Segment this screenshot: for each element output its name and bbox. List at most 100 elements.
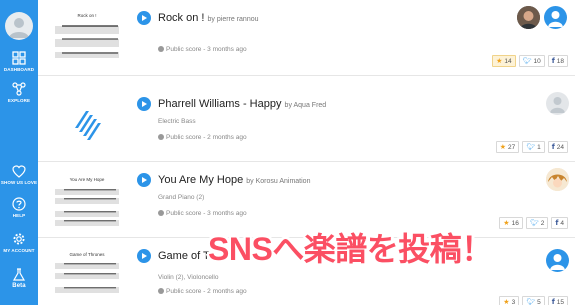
twitter-share-button[interactable]: 🐦︎ 5 [522, 296, 545, 305]
twitter-count: 1 [537, 143, 541, 151]
sheet-music-thumbnail: You Are My Hope [55, 177, 119, 226]
score-title-line: You Are My Hope by Korosu Animation [158, 173, 310, 189]
star-count: 27 [507, 143, 516, 151]
person-photo-icon [517, 6, 540, 29]
score-thumbnail[interactable]: You Are My Hope [52, 172, 122, 230]
twitter-share-button[interactable]: 🐦︎ 2 [525, 217, 549, 229]
collaborator-avatars [546, 92, 569, 116]
score-author[interactable]: by Aqua Fred [285, 102, 327, 109]
sidebar-item-help[interactable]: HELP [0, 197, 38, 219]
sidebar-label-beta: Beta [12, 283, 26, 289]
collaborator-avatar[interactable] [544, 6, 567, 29]
play-button[interactable] [137, 97, 151, 111]
star-count: 14 [504, 57, 512, 65]
play-button[interactable] [137, 11, 151, 25]
twitter-count: 5 [537, 298, 541, 305]
score-counters: ★ 16 🐦︎ 2 f4 [499, 217, 568, 229]
score-title-line: Rock on ! by pierre rannou [158, 11, 259, 27]
score-title[interactable]: Rock on ! [158, 12, 204, 24]
heart-icon [12, 165, 26, 178]
default-avatar-icon [550, 254, 565, 270]
dashboard-icon [12, 51, 26, 65]
sidebar-label-account: MY ACCOUNT [3, 248, 35, 253]
anime-avatar-icon [546, 168, 569, 191]
score-item[interactable]: Rock on ! Rock on ! by pierre rannou Pub… [38, 0, 575, 76]
collaborator-avatars [546, 168, 569, 192]
collaborator-avatars [546, 249, 569, 273]
twitter-share-button[interactable]: 🐦︎ 10 [518, 55, 545, 67]
facebook-count: 15 [556, 298, 564, 305]
score-meta-text: Public score - 3 months ago [166, 46, 247, 53]
score-meta: Public score - 3 months ago [158, 46, 247, 53]
twitter-icon: 🐦︎ [529, 220, 539, 227]
facebook-share-button[interactable]: f 18 [547, 55, 568, 67]
score-author[interactable]: by Korosu Animation [246, 178, 310, 185]
star-icon: ★ [503, 220, 510, 227]
globe-icon [158, 288, 164, 294]
play-button[interactable] [137, 173, 151, 187]
facebook-icon: f [551, 57, 555, 65]
collaborator-avatar[interactable] [517, 6, 540, 29]
facebook-share-button[interactable]: f 24 [547, 141, 568, 153]
default-avatar-icon [548, 11, 563, 27]
globe-icon [158, 46, 164, 52]
score-counters: ★ 27 🐦︎ 1 f 24 [495, 141, 568, 153]
gear-icon [13, 233, 25, 245]
score-instruments: Electric Bass [158, 118, 196, 125]
score-thumbnail[interactable] [52, 96, 122, 154]
user-avatar[interactable] [5, 12, 33, 40]
twitter-count: 10 [533, 57, 541, 65]
score-meta-text: Public score - 3 months ago [166, 210, 247, 217]
score-meta: Public score - 2 months ago [158, 288, 247, 295]
collaborator-avatars [517, 6, 569, 30]
facebook-icon: f [555, 219, 559, 227]
score-instruments: Violin (2), Violoncello [158, 274, 219, 281]
default-avatar-icon [550, 97, 565, 113]
score-counters: ★ 14 🐦︎ 10 f 18 [492, 55, 568, 67]
score-item[interactable]: Pharrell Williams - Happy by Aqua Fred E… [38, 86, 575, 162]
score-item[interactable]: You Are My Hope You Are My Hope by Koros… [38, 162, 575, 238]
facebook-share-button[interactable]: f 15 [547, 296, 568, 305]
score-meta-text: Public score - 2 months ago [166, 288, 247, 295]
twitter-icon: 🐦︎ [526, 299, 536, 305]
thumbnail-title: You Are My Hope [70, 177, 105, 182]
star-count-button[interactable]: ★ 27 [495, 141, 520, 153]
star-icon: ★ [503, 299, 510, 305]
score-thumbnail[interactable]: Rock on ! [52, 10, 122, 68]
score-title[interactable]: Pharrell Williams - Happy [158, 98, 281, 110]
facebook-icon: f [551, 143, 555, 151]
score-meta: Public score - 2 months ago [158, 134, 247, 141]
star-count-button[interactable]: ★ 14 [492, 55, 516, 67]
thumbnail-title: Rock on ! [77, 13, 96, 18]
score-author[interactable]: by pierre rannou [208, 16, 259, 23]
facebook-share-button[interactable]: f4 [551, 217, 568, 229]
star-icon: ★ [496, 58, 503, 65]
facebook-count: 4 [560, 219, 564, 227]
sidebar-label-explore: EXPLORE [7, 98, 31, 103]
twitter-share-button[interactable]: 🐦︎ 1 [522, 141, 545, 153]
twitter-icon: 🐦︎ [526, 144, 536, 151]
score-title[interactable]: You Are My Hope [158, 174, 243, 186]
overlay-caption: SNSへ楽譜を投稿！ [208, 231, 493, 267]
sidebar-item-show-love[interactable]: SHOW US LOVE [0, 165, 38, 186]
collaborator-avatar[interactable] [546, 249, 569, 272]
sidebar-item-dashboard[interactable]: DASHBOARD [0, 51, 38, 73]
sidebar-item-account[interactable]: MY ACCOUNT [0, 232, 38, 254]
instrument-logo-icon [75, 111, 101, 140]
sidebar-item-beta[interactable]: Beta [0, 268, 38, 289]
sidebar-label-dashboard: DASHBOARD [3, 67, 35, 72]
collaborator-avatar[interactable] [546, 168, 569, 191]
collaborator-avatar[interactable] [546, 92, 569, 115]
score-thumbnail[interactable]: Game of Thrones [52, 248, 122, 305]
facebook-icon: f [551, 298, 555, 305]
facebook-count: 24 [556, 143, 564, 151]
sidebar-item-explore[interactable]: EXPLORE [0, 82, 38, 104]
star-count-button[interactable]: ★ 16 [499, 217, 523, 229]
star-count-button[interactable]: ★ 3 [499, 296, 520, 305]
sheet-music-thumbnail: Rock on ! [55, 13, 119, 58]
play-button[interactable] [137, 249, 151, 263]
twitter-icon: 🐦︎ [522, 58, 532, 65]
score-meta-text: Public score - 2 months ago [166, 134, 247, 141]
star-count: 3 [511, 298, 516, 305]
sheet-music-thumbnail: Game of Thrones [55, 252, 119, 293]
